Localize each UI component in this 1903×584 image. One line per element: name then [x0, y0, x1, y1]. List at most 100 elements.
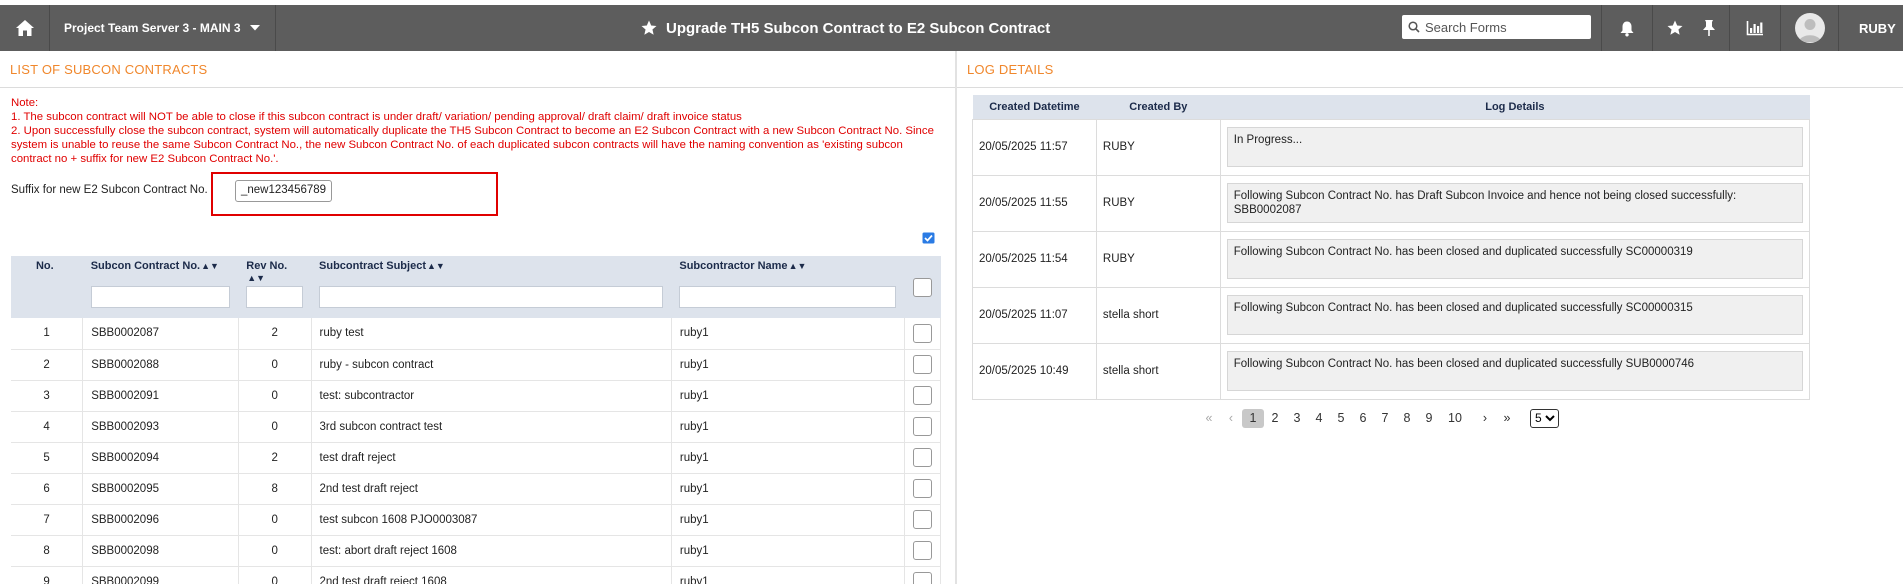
log-message: Following Subcon Contract No. has been c… [1226, 295, 1803, 335]
page-title: Upgrade TH5 Subcon Contract to E2 Subcon… [666, 19, 1051, 37]
row-checkbox[interactable] [912, 386, 932, 405]
row-checkbox[interactable] [912, 541, 932, 560]
log-row: 20/05/2025 11:07 stella short Following Su… [972, 286, 1811, 344]
page-button[interactable]: 8 [1396, 409, 1418, 428]
col-created-by: Created By [1096, 95, 1221, 119]
nav-right: Search Forms RUBY [1390, 5, 1903, 51]
home-icon [15, 20, 34, 36]
log-row: 20/05/2025 10:49 stella short Following Su… [972, 342, 1811, 400]
log-row: 20/05/2025 11:54 RUBY Following Subcon Con… [972, 230, 1811, 288]
star-icon[interactable] [1666, 19, 1684, 37]
next-page-button[interactable]: › [1474, 409, 1496, 428]
last-page-button[interactable]: » [1496, 409, 1518, 428]
table-row[interactable]: 6 SBB0002095 8 2nd test draft reject ruby1 [11, 473, 942, 505]
note-block: Note: 1. The subcon contract will NOT be… [11, 96, 941, 166]
pin-icon[interactable] [1702, 19, 1716, 37]
reports-button[interactable] [1729, 5, 1780, 51]
col-log-details: Log Details [1220, 95, 1810, 119]
avatar-button[interactable] [1780, 5, 1838, 51]
page-button[interactable]: 6 [1352, 409, 1374, 428]
select-all-checkbox[interactable] [912, 277, 932, 297]
row-checkbox[interactable] [912, 572, 932, 584]
search-input[interactable]: Search Forms [1425, 20, 1507, 35]
col-created-datetime: Created Datetime [972, 95, 1097, 119]
note-heading: Note: [11, 97, 39, 109]
col-select [904, 256, 941, 318]
row-checkbox[interactable] [912, 448, 932, 467]
col-no: No. [11, 256, 83, 284]
row-checkbox[interactable] [912, 355, 932, 374]
filter-no-cell [11, 284, 83, 318]
page-button[interactable]: 4 [1308, 409, 1330, 428]
log-row: 20/05/2025 11:55 RUBY Following Subcon Con… [972, 174, 1811, 232]
table-row[interactable]: 8 SBB0002098 0 test: abort draft reject 160… [11, 535, 942, 567]
log-message: Following Subcon Contract No. has been c… [1226, 239, 1803, 279]
page-button[interactable]: 5 [1330, 409, 1352, 428]
col-subcontractor-name[interactable]: Subcontractor Name▲▼ [671, 256, 905, 284]
chevron-down-icon [249, 25, 260, 31]
log-message: In Progress... [1226, 127, 1803, 167]
filter-subject[interactable] [319, 286, 664, 308]
log-section-title: LOG DETAILS [967, 62, 1054, 77]
page-button[interactable]: 1 [1242, 408, 1264, 428]
table-row[interactable]: 7 SBB0002096 0 test subcon 1608 PJO0003087 r… [11, 504, 942, 536]
row-checkbox[interactable] [912, 417, 932, 436]
table-row[interactable]: 4 SBB0002093 0 3rd subcon contract test ruby… [11, 411, 942, 443]
filter-rev-no[interactable] [246, 286, 304, 308]
suffix-input[interactable]: _new123456789 [235, 180, 332, 202]
page-title-area: Upgrade TH5 Subcon Contract to E2 Subcon… [640, 5, 1050, 51]
sort-icon[interactable]: ▲▼ [427, 261, 445, 271]
row-checkbox[interactable] [912, 323, 932, 343]
sort-icon[interactable]: ▲▼ [789, 261, 807, 271]
project-selector[interactable]: Project Team Server 3 - MAIN 3 [50, 5, 276, 51]
row-checkbox[interactable] [912, 479, 932, 498]
user-name[interactable]: RUBY [1838, 5, 1903, 51]
list-section-title: LIST OF SUBCON CONTRACTS [10, 62, 208, 77]
avatar [1794, 13, 1825, 43]
log-message: Following Subcon Contract No. has Draft … [1226, 183, 1803, 223]
note-line-2: 2. Upon successfully close the subcon co… [11, 125, 934, 165]
home-button[interactable] [0, 5, 50, 51]
star-icon[interactable] [640, 19, 658, 37]
table-row[interactable]: 1 SBB0002087 2 ruby test ruby1 [11, 318, 942, 350]
chart-icon [1746, 21, 1763, 36]
col-subject[interactable]: Subcontract Subject▲▼ [311, 256, 672, 284]
sort-icon[interactable]: ▲▼ [247, 273, 265, 283]
pagination: « ‹ 1 2 3 4 5 6 7 8 9 10 › » 5 [1198, 408, 1559, 428]
log-message: Following Subcon Contract No. has been c… [1226, 351, 1803, 391]
table-row[interactable]: 2 SBB0002088 0 ruby - subcon contract ruby1 [11, 349, 942, 381]
right-title-rule [957, 87, 1903, 88]
left-title-rule [0, 87, 956, 88]
table-row[interactable]: 9 SBB0002099 0 2nd test draft reject 1608 ru… [11, 566, 942, 584]
row-checkbox[interactable] [912, 510, 932, 529]
project-name: Project Team Server 3 - MAIN 3 [64, 21, 241, 35]
bell-icon [1620, 21, 1634, 36]
favorites-pins [1652, 5, 1729, 51]
sort-icon[interactable]: ▲▼ [201, 261, 219, 271]
table-row[interactable]: 5 SBB0002094 2 test draft reject ruby1 [11, 442, 942, 474]
first-page-button[interactable]: « [1198, 409, 1220, 428]
page-button[interactable]: 10 [1444, 409, 1466, 428]
top-nav-bar: Project Team Server 3 - MAIN 3 Upgrade T… [0, 5, 1903, 51]
prev-page-button[interactable]: ‹ [1220, 409, 1242, 428]
page-button[interactable]: 7 [1374, 409, 1396, 428]
col-contract-no[interactable]: Subcon Contract No.▲▼ [82, 256, 239, 284]
log-row: 20/05/2025 11:57 RUBY In Progress... [972, 118, 1811, 176]
log-details-table: Created Datetime Created By Log Details … [972, 95, 1811, 400]
page-button[interactable]: 9 [1418, 409, 1440, 428]
subcon-contracts-table: No. Subcon Contract No.▲▼ Rev No. ▲▼ Sub… [11, 256, 942, 584]
filter-subcontractor-name[interactable] [679, 286, 897, 308]
page-button[interactable]: 3 [1286, 409, 1308, 428]
col-rev-no[interactable]: Rev No. ▲▼ [238, 256, 312, 284]
table-row[interactable]: 3 SBB0002091 0 test: subcontractor ruby1 [11, 380, 942, 412]
page-size-select[interactable]: 5 [1530, 408, 1559, 428]
filter-contract-no[interactable] [90, 286, 231, 308]
search-icon [1408, 21, 1420, 33]
page-button[interactable]: 2 [1264, 409, 1286, 428]
note-line-1: 1. The subcon contract will NOT be able … [11, 111, 742, 123]
check-all-icon[interactable] [922, 232, 935, 244]
suffix-label: Suffix for new E2 Subcon Contract No. [11, 184, 208, 196]
panel-divider [955, 51, 957, 584]
search-box[interactable]: Search Forms [1402, 15, 1591, 39]
notifications-button[interactable] [1601, 5, 1652, 51]
